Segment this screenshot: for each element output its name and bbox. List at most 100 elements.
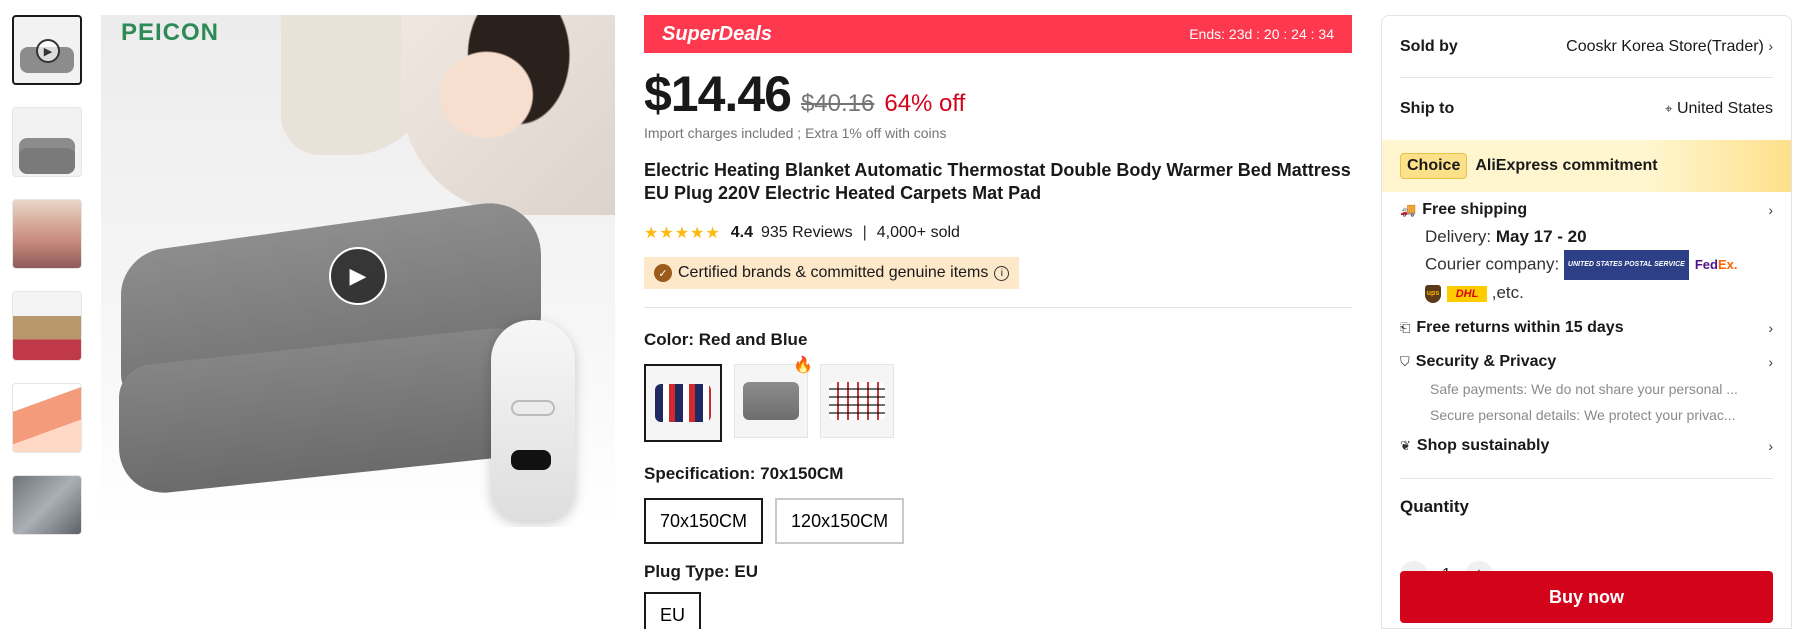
divider: | xyxy=(862,224,867,241)
controller-slider xyxy=(511,400,555,416)
return-box-icon: ⎗ xyxy=(1400,320,1411,335)
fedex-logo-part: Ex. xyxy=(1717,257,1738,272)
fire-icon: 🔥 xyxy=(793,357,813,374)
truck-icon: 🚚 xyxy=(1400,202,1417,217)
rating-score: 4.4 xyxy=(730,224,753,241)
ups-logo: ups xyxy=(1425,284,1441,303)
fedex-logo-part: Fed xyxy=(1694,257,1718,272)
plug-options: EU xyxy=(644,592,1352,629)
courier-etc: ,etc. xyxy=(1491,283,1524,302)
choice-badge: Choice xyxy=(1400,153,1468,179)
choice-commitment-banner: Choice AliExpress commitment xyxy=(1382,140,1791,192)
courier-label: Courier company: xyxy=(1425,254,1560,274)
certified-badge: ✓ Certified brands & committed genuine i… xyxy=(644,257,1020,289)
dhl-logo: DHL xyxy=(1447,285,1487,302)
sold-by-row[interactable]: Sold by Cooskr Korea Store(Trader) › xyxy=(1400,16,1773,78)
free-shipping-section[interactable]: 🚚 Free shipping › Delivery: May 17 - 20 C… xyxy=(1382,196,1791,306)
color-option-red-blue[interactable] xyxy=(644,364,722,442)
plug-option-eu[interactable]: EU xyxy=(644,592,702,629)
play-icon: ▶ xyxy=(36,39,60,63)
controller-screen xyxy=(511,450,551,470)
play-icon: ▶ xyxy=(349,263,367,288)
chevron-right-icon: › xyxy=(1768,37,1773,54)
delivery-date: May 17 - 20 xyxy=(1495,227,1587,246)
thumbnail-6[interactable] xyxy=(12,475,82,535)
security-label: Security & Privacy xyxy=(1415,353,1557,370)
swatch-image xyxy=(829,382,885,420)
thumbnail-4[interactable] xyxy=(12,291,82,361)
chevron-right-icon: › xyxy=(1768,438,1773,454)
star-rating-icon: ★★★★★ xyxy=(644,225,721,242)
thumbnail-video[interactable]: ▶ xyxy=(12,15,82,85)
delivery-label: Delivery: xyxy=(1425,227,1492,246)
current-price: $14.46 xyxy=(644,66,792,122)
swatch-image xyxy=(743,382,799,420)
thumbnail-strip: ▶ xyxy=(12,15,84,557)
delivery-row: Delivery: May 17 - 20 xyxy=(1400,224,1773,250)
courier-row-2: ups DHL ,etc. xyxy=(1400,280,1773,306)
leaf-icon: ❦ xyxy=(1400,438,1411,453)
sustainability-section[interactable]: ❦ Shop sustainably › xyxy=(1382,432,1791,460)
superdeals-banner: SuperDeals Ends: 23d : 20 : 24 : 34 xyxy=(644,15,1352,53)
security-line-2: Secure personal details: We protect your… xyxy=(1430,407,1736,423)
store-link[interactable]: Cooskr Korea Store(Trader) › xyxy=(1566,38,1773,56)
free-shipping-label: Free shipping xyxy=(1422,201,1528,218)
thumbnail-3[interactable] xyxy=(12,199,82,269)
main-product-image[interactable]: PEICON ▶ xyxy=(101,15,615,527)
check-shield-icon: ✓ xyxy=(654,264,672,282)
spec-option-120x150[interactable]: 120x150CM xyxy=(775,498,905,544)
brand-logo: PEICON xyxy=(121,19,220,46)
chevron-right-icon: › xyxy=(1768,354,1773,370)
divider xyxy=(1400,478,1773,479)
video-play-button[interactable]: ▶ xyxy=(329,247,387,305)
swatch-image xyxy=(655,384,711,422)
purchase-panel: Sold by Cooskr Korea Store(Trader) › Shi… xyxy=(1381,15,1792,629)
ship-to-country: United States xyxy=(1676,100,1773,117)
security-line-1: Safe payments: We do not share your pers… xyxy=(1430,381,1738,397)
location-pin-icon: ⌖ xyxy=(1665,101,1673,116)
chevron-right-icon: › xyxy=(1768,202,1773,218)
product-title: Electric Heating Blanket Automatic Therm… xyxy=(644,160,1351,203)
price-row: $14.46 $40.16 64% off xyxy=(644,65,1352,123)
ship-to-row[interactable]: Ship to ⌖ United States xyxy=(1400,78,1773,140)
ship-to-label: Ship to xyxy=(1400,100,1455,117)
plug-label: Plug Type: EU xyxy=(644,562,758,581)
rating-row: ★★★★★ 4.4 935 Reviews | 4,000+ sold xyxy=(644,223,1352,243)
free-returns-section[interactable]: ⎗ Free returns within 15 days › xyxy=(1382,314,1791,342)
thumbnail-2[interactable] xyxy=(12,107,82,177)
color-label: Color: Red and Blue xyxy=(644,330,808,349)
certified-text: Certified brands & committed genuine ite… xyxy=(678,264,989,281)
store-name: Cooskr Korea Store(Trader) xyxy=(1566,37,1764,55)
buy-now-button[interactable]: Buy now xyxy=(1400,571,1773,623)
thumbnail-5[interactable] xyxy=(12,383,82,453)
product-info: SuperDeals Ends: 23d : 20 : 24 : 34 $14.… xyxy=(644,15,1352,629)
spec-label: Specification: 70x150CM xyxy=(644,464,844,483)
color-option-grey[interactable]: 🔥 xyxy=(734,357,813,438)
commitment-text: AliExpress commitment xyxy=(1475,157,1658,174)
superdeals-title: SuperDeals xyxy=(662,22,773,45)
sustainably-label: Shop sustainably xyxy=(1416,437,1550,454)
controller-graphic xyxy=(491,320,575,520)
divider xyxy=(644,307,1352,308)
color-option-plaid[interactable] xyxy=(820,364,894,438)
courier-logos: UNITED STATES POSTAL SERVICE FedEx. xyxy=(1563,250,1738,280)
fedex-logo: FedEx. xyxy=(1695,252,1738,278)
color-swatches: 🔥 xyxy=(644,357,1352,442)
courier-row: Courier company: UNITED STATES POSTAL SE… xyxy=(1400,250,1773,280)
thumbnail-image xyxy=(19,148,75,174)
free-returns-label: Free returns within 15 days xyxy=(1416,319,1624,336)
spec-options: 70x150CM 120x150CM xyxy=(644,498,1352,544)
info-icon[interactable]: i xyxy=(994,265,1010,281)
sold-count: 4,000+ sold xyxy=(876,224,960,241)
reviews-link[interactable]: 935 Reviews xyxy=(761,224,853,242)
discount-badge: 64% off xyxy=(884,90,966,117)
courier-logos: ups DHL xyxy=(1425,284,1487,303)
security-privacy-section[interactable]: ⛉ Security & Privacy › Safe payments: We … xyxy=(1382,348,1791,428)
original-price: $40.16 xyxy=(800,90,875,117)
usps-logo: UNITED STATES POSTAL SERVICE xyxy=(1563,250,1689,280)
import-note: Import charges included ; Extra 1% off w… xyxy=(644,125,947,141)
chevron-right-icon: › xyxy=(1768,320,1773,336)
sleeping-person-graphic xyxy=(401,15,615,215)
spec-option-70x150[interactable]: 70x150CM xyxy=(644,498,764,544)
sold-by-label: Sold by xyxy=(1400,37,1458,55)
